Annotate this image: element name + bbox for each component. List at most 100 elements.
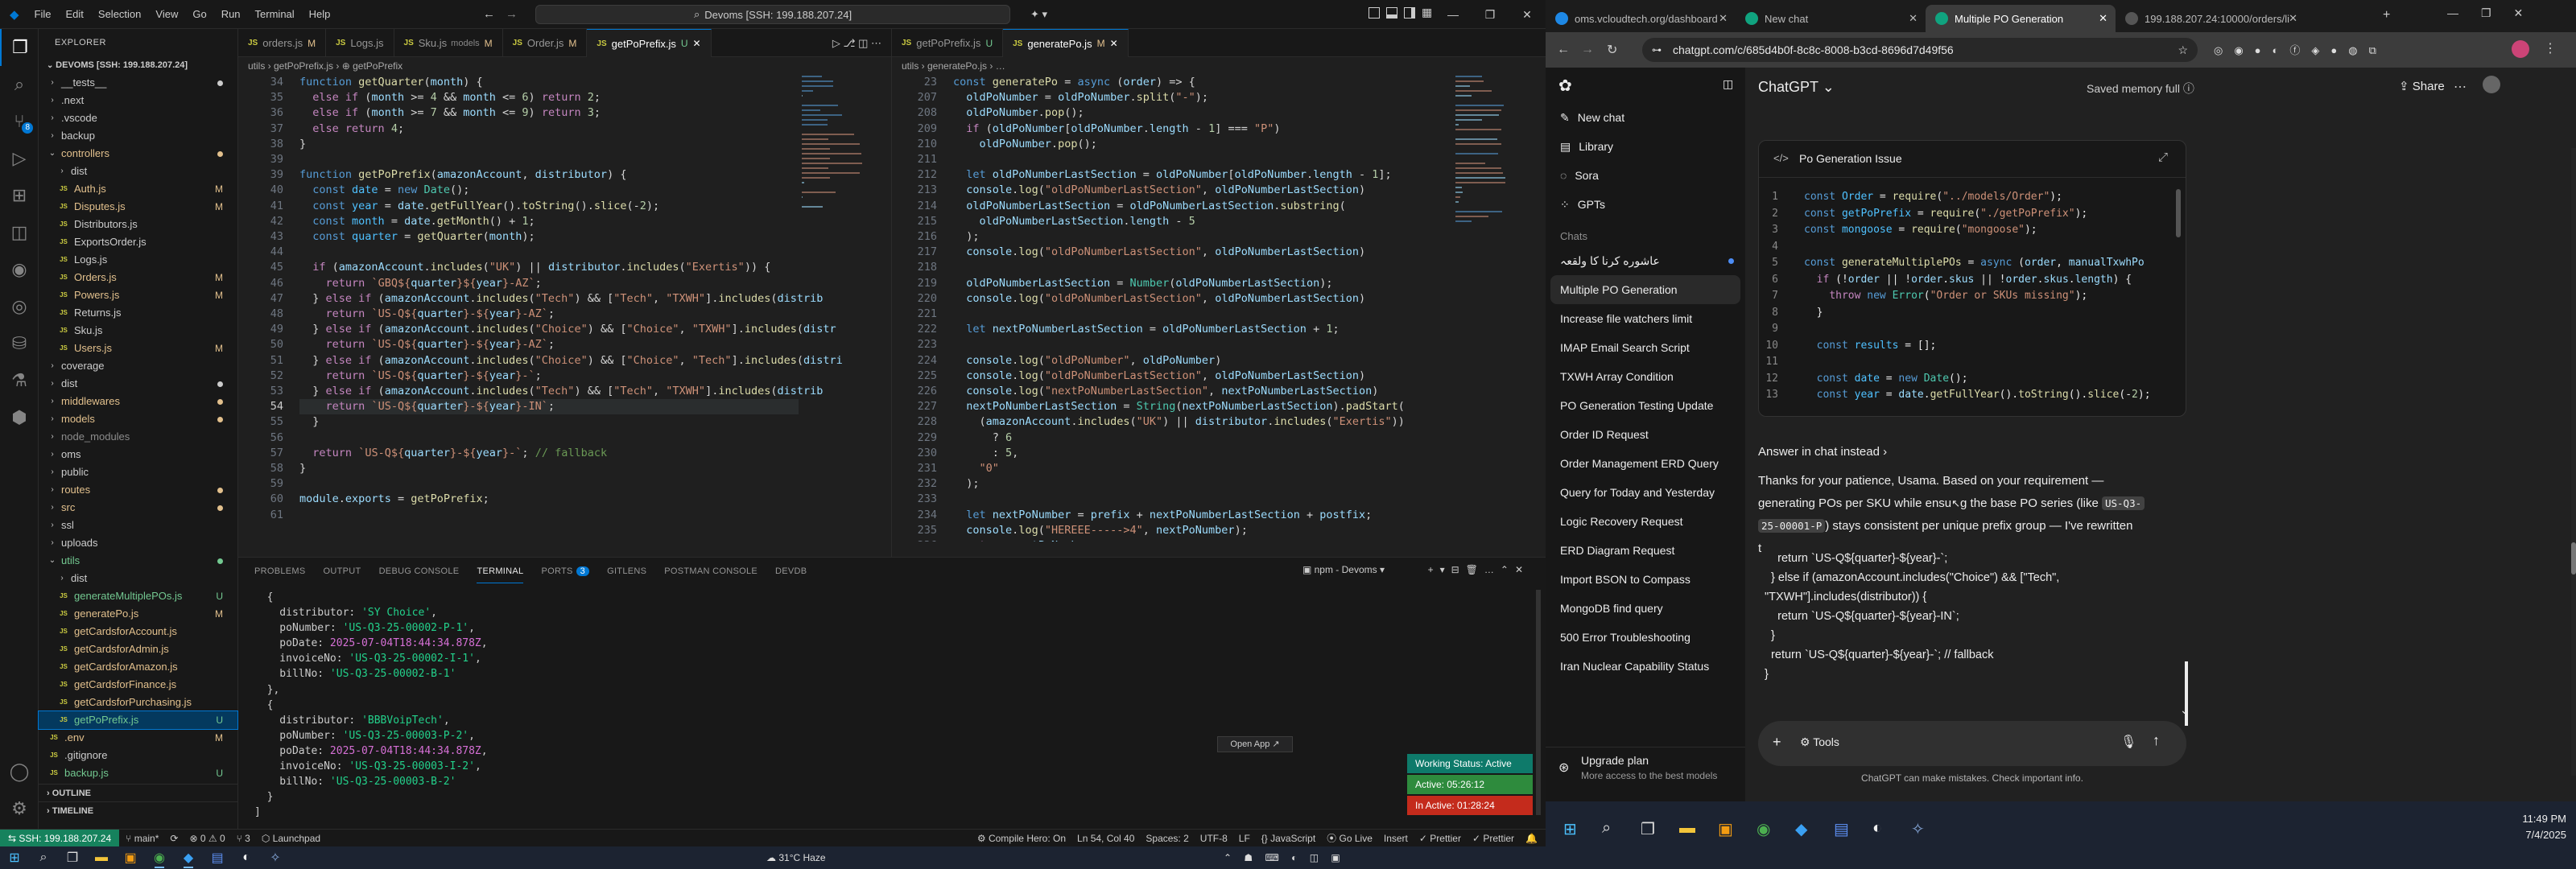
browser-tab[interactable]: ● 199.188.207.24:10000/orders/li ✕ (2116, 5, 2306, 32)
menu-go[interactable]: Go (192, 8, 206, 20)
send-icon[interactable]: ↑ (2153, 732, 2160, 749)
file-item[interactable]: JS getCardsforPurchasing.js (39, 694, 237, 711)
explorer-icon[interactable]: ❐ (0, 29, 39, 66)
folder-item[interactable]: › uploads (39, 534, 237, 552)
explorer-icon-right[interactable]: ▬ (1679, 819, 1695, 838)
code-editor-left[interactable]: 34 function getQuarter(month) {35 else if… (238, 75, 891, 542)
browser-tab[interactable]: ● oms.vcloudtech.org/dashboard ✕ (1546, 5, 1736, 32)
editor-tab[interactable]: JS orders.js M (238, 29, 327, 57)
file-item[interactable]: JS .gitignore (39, 747, 237, 764)
file-item[interactable]: JS generatePo.js M (39, 605, 237, 623)
browser-tab[interactable]: ● Multiple PO Generation ✕ (1926, 5, 2116, 32)
browser-tab[interactable]: ● New chat ✕ (1736, 5, 1926, 32)
folder-item[interactable]: › public (39, 463, 237, 481)
chat-history-item[interactable]: Import BSON to Compass (1546, 565, 1745, 594)
sidebar-item-sora[interactable]: ◌ Sora (1546, 161, 1745, 190)
editor-actions[interactable]: ▷ ⎇ ◫ ⋯ (832, 29, 891, 56)
menu-edit[interactable]: Edit (66, 8, 84, 20)
extension-icons[interactable]: ◎◉●◐ⓕ◈●◍⧉ (2214, 42, 2388, 57)
git-changes[interactable]: ⑂ 3 (237, 833, 250, 844)
system-clock[interactable]: 11:49 PM 7/4/2025 (2522, 811, 2566, 843)
prettier-status[interactable]: ✓ Prettier (1419, 833, 1461, 844)
weather-widget[interactable]: ☁ 31°C Haze (766, 852, 826, 863)
account-icon[interactable]: ◯ (0, 753, 39, 790)
file-item[interactable]: JS Disputes.js M (39, 198, 237, 216)
chat-history-item[interactable]: Multiple PO Generation (1550, 275, 1740, 304)
gitlens-icon[interactable]: ◉ (0, 251, 39, 288)
menu-selection[interactable]: Selection (98, 8, 141, 20)
memory-status[interactable]: Saved memory full ⓘ (2087, 80, 2194, 97)
insert-mode[interactable]: Insert (1384, 833, 1408, 844)
menu-file[interactable]: File (35, 8, 52, 20)
source-control-icon[interactable]: ⑂ 8 (0, 103, 39, 140)
copilot-icon[interactable]: ✦ ▾ (1030, 8, 1047, 21)
nav-forward-icon[interactable]: → (506, 7, 518, 21)
expand-icon[interactable]: ⤢ (2158, 150, 2168, 164)
editor-tab[interactable]: JS Order.js M (503, 29, 588, 57)
close-tab-icon[interactable]: ✕ (1719, 12, 1728, 25)
status-toast[interactable]: Working Status: Active (1407, 754, 1533, 773)
taskview-icon-right[interactable]: ❐ (1641, 819, 1655, 839)
indentation[interactable]: Spaces: 2 (1146, 833, 1188, 844)
chat-history-item[interactable]: PO Generation Testing Update (1546, 391, 1745, 420)
folder-item[interactable]: ⌄ controllers (39, 145, 237, 163)
chat-history-item[interactable]: MongoDB find query (1546, 594, 1745, 623)
start-icon[interactable]: ⊞ (0, 846, 29, 869)
reload-icon[interactable]: ↻ (1607, 42, 1617, 58)
file-item[interactable]: JS getPoPrefix.js U (38, 710, 238, 730)
task-view-icon[interactable]: ❐ (58, 846, 87, 869)
attach-plus-icon[interactable]: + (1773, 734, 1781, 751)
close-tab-icon[interactable]: ✕ (2289, 12, 2297, 25)
command-center[interactable]: ⌕ Devoms [SSH: 199.188.207.24] (535, 5, 1010, 24)
app-icon-right[interactable]: ◐ (1872, 819, 1882, 838)
mic-icon[interactable]: 🎙 (2120, 734, 2136, 750)
folder-item[interactable]: › dist (39, 163, 237, 180)
folder-item[interactable]: › coverage (39, 357, 237, 375)
chat-history-item[interactable]: Iran Nuclear Capability Status (1546, 652, 1745, 681)
file-item[interactable]: JS Returns.js (39, 304, 237, 322)
branch-indicator[interactable]: ⑂ main* (126, 833, 159, 844)
panel-tab-gitlens[interactable]: GITLENS (607, 560, 646, 583)
panel-tab-postman-console[interactable]: POSTMAN CONSOLE (664, 560, 758, 583)
folder-item[interactable]: › models (39, 410, 237, 428)
eol[interactable]: LF (1239, 833, 1250, 844)
zoom-icon-right[interactable]: ▤ (1834, 819, 1849, 839)
file-item[interactable]: JS backup.js U (39, 764, 237, 782)
site-info-icon[interactable]: ⊶ (1652, 38, 1662, 62)
file-item[interactable]: JS getCardsforFinance.js (39, 676, 237, 694)
folder-item[interactable]: › middlewares (39, 393, 237, 410)
file-item[interactable]: JS Logs.js (39, 251, 237, 269)
terminal-selector[interactable]: ▣ npm - Devoms ▾ (1302, 564, 1385, 575)
app-icon-right-2[interactable]: ✧ (1911, 819, 1925, 839)
folder-item[interactable]: › backup (39, 127, 237, 145)
forward-icon[interactable]: → (1581, 43, 1594, 57)
app-icon[interactable]: ◐ (232, 846, 261, 869)
tools-button[interactable]: ⚙ Tools (1800, 735, 1839, 749)
breadcrumb-right[interactable]: utils › generatePo.js › … (892, 57, 1546, 75)
panel-tab-devdb[interactable]: DEVDB (775, 560, 807, 583)
status-toast[interactable]: In Active: 01:28:24 (1407, 796, 1533, 815)
compile-hero[interactable]: ⚙ Compile Hero: On (977, 833, 1066, 844)
folder-item[interactable]: › dist (39, 570, 237, 587)
browser-window-controls[interactable]: —❐✕ (2447, 6, 2545, 20)
postman-icon[interactable]: ◎ (0, 288, 39, 325)
manage-gear-icon[interactable]: ⚙ (0, 790, 39, 827)
folder-item[interactable]: › .next (39, 92, 237, 109)
problems-indicator[interactable]: ⊗ 0 ⚠ 0 (189, 833, 225, 844)
workspace-root[interactable]: ⌄ DEVOMS [SSH: 199.188.207.24] (39, 56, 237, 74)
system-tray-left[interactable]: ⌃ ☗ ⌨ ◐ ◫ ▣ (1224, 852, 1345, 863)
url-field[interactable]: ⊶ chatgpt.com/c/685d4b0f-8c8c-8008-b3cd-8… (1642, 38, 2198, 62)
editor-tab[interactable]: JS getPoPrefix.js U ✕ (587, 29, 712, 57)
breadcrumb-left[interactable]: utils › getPoPrefix.js › ⊕ getPoPrefix (238, 57, 891, 75)
chat-history-item[interactable]: Order ID Request (1546, 420, 1745, 449)
bookmark-star-icon[interactable]: ☆ (2178, 38, 2188, 62)
chat-history-item[interactable]: ERD Diagram Request (1546, 536, 1745, 565)
code-editor-right[interactable]: 23 const generatePo = async (order) => {2… (892, 75, 1546, 542)
editor-tab[interactable]: JS getPoPrefix.js U (892, 29, 1004, 57)
file-item[interactable]: JS Powers.js M (39, 286, 237, 304)
share-button[interactable]: ⇪ Share (2399, 79, 2445, 93)
sidebar-item-gpts[interactable]: ⁘ GPTs (1546, 190, 1745, 219)
toggle-panel-icon[interactable] (1386, 7, 1397, 19)
file-item[interactable]: JS getCardsforAdmin.js (39, 640, 237, 658)
search-icon-right[interactable]: ⌕ (1602, 819, 1611, 838)
